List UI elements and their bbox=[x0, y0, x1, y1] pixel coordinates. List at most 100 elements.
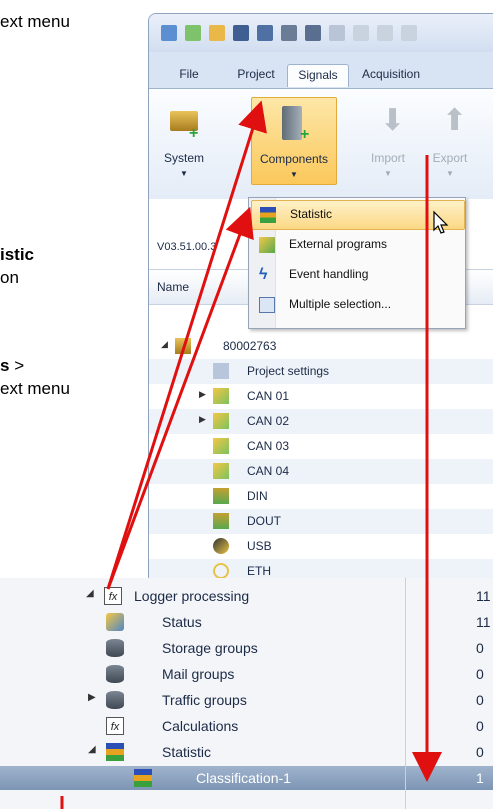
detail-row-label: Traffic groups bbox=[162, 692, 247, 708]
tree-root-label: 80002763 bbox=[223, 339, 277, 353]
back-icon[interactable] bbox=[161, 25, 177, 41]
paste-icon[interactable] bbox=[377, 25, 393, 41]
detail-row-calculations[interactable]: fx Calculations 0 bbox=[0, 714, 493, 738]
print-icon[interactable] bbox=[305, 25, 321, 41]
tree-root-row[interactable]: ◢ 80002763 bbox=[149, 334, 493, 359]
tab-signals[interactable]: Signals bbox=[287, 64, 349, 87]
tree-row[interactable]: USB bbox=[149, 534, 493, 559]
digital-out-icon bbox=[213, 513, 229, 529]
tree-row-label: CAN 04 bbox=[247, 464, 290, 478]
detail-row-value: 0 bbox=[476, 666, 484, 682]
detail-row-label: Logger processing bbox=[134, 588, 250, 604]
detail-row-value: 0 bbox=[476, 718, 484, 734]
tree-row[interactable]: DOUT bbox=[149, 509, 493, 534]
ribbon-tabs: File Project Signals Acquisition bbox=[149, 52, 493, 88]
open-icon[interactable] bbox=[209, 25, 225, 41]
import-button[interactable]: ⬇ Import ▼ bbox=[363, 97, 413, 183]
components-button[interactable]: + Components ▼ bbox=[251, 97, 337, 185]
menu-item-multiple-selection[interactable]: Multiple selection... bbox=[251, 291, 463, 319]
expand-arrow-icon[interactable]: ◢ bbox=[86, 588, 94, 599]
column-header-name: Name bbox=[157, 280, 190, 294]
detail-row-statistic[interactable]: ◢ Statistic 0 bbox=[0, 740, 493, 764]
settings-icon bbox=[213, 363, 229, 379]
export-button[interactable]: ⬆ Export ▼ bbox=[425, 97, 475, 183]
import-label: Import bbox=[370, 151, 405, 165]
tree-row-label: ETH bbox=[247, 564, 271, 578]
tree-row[interactable]: ▶ CAN 02 bbox=[149, 409, 493, 434]
can-icon bbox=[213, 438, 229, 454]
detail-row-value: 0 bbox=[476, 744, 484, 760]
save-all-icon[interactable] bbox=[257, 25, 273, 41]
cut-icon[interactable] bbox=[329, 25, 345, 41]
expand-arrow-icon[interactable]: ◢ bbox=[161, 339, 168, 350]
detail-row-storage-groups[interactable]: Storage groups 0 bbox=[0, 636, 493, 660]
usb-icon bbox=[213, 538, 229, 554]
export-label: Export bbox=[432, 151, 468, 165]
ethernet-icon bbox=[213, 563, 229, 579]
chevron-down-icon: ▼ bbox=[446, 169, 454, 178]
menu-item-event-handling[interactable]: ϟ Event handling bbox=[251, 261, 463, 289]
tree-row[interactable]: DIN bbox=[149, 484, 493, 509]
save-icon[interactable] bbox=[233, 25, 249, 41]
auto-icon[interactable] bbox=[281, 25, 297, 41]
paste-special-icon[interactable] bbox=[401, 25, 417, 41]
statistic-icon bbox=[134, 769, 152, 787]
column-separator bbox=[405, 578, 406, 809]
collapse-arrow-icon[interactable]: ▶ bbox=[199, 389, 206, 400]
tree-row[interactable]: CAN 04 bbox=[149, 459, 493, 484]
tab-acquisition[interactable]: Acquisition bbox=[351, 64, 431, 86]
new-icon[interactable] bbox=[185, 25, 201, 41]
menu-item-label: External programs bbox=[289, 237, 388, 251]
detail-row-label: Statistic bbox=[162, 744, 212, 760]
collapse-arrow-icon[interactable]: ▶ bbox=[88, 692, 96, 703]
system-add-icon: + bbox=[189, 125, 199, 142]
detail-row-logger-processing[interactable]: ◢ fx Logger processing 11 bbox=[0, 584, 493, 608]
tree-row[interactable]: CAN 03 bbox=[149, 434, 493, 459]
database-icon bbox=[106, 691, 124, 709]
menu-item-label: Statistic bbox=[290, 207, 333, 221]
can-icon bbox=[213, 413, 229, 429]
tab-project[interactable]: Project bbox=[227, 64, 285, 86]
expand-arrow-icon[interactable]: ◢ bbox=[88, 744, 96, 755]
function-icon: fx bbox=[106, 717, 124, 735]
menu-item-label: Multiple selection... bbox=[289, 297, 392, 311]
ribbon: + System ▼ + Components ▼ ⬇ Import ▼ ⬆ E… bbox=[149, 88, 493, 200]
can-icon bbox=[213, 388, 229, 404]
quick-access-toolbar bbox=[149, 14, 493, 52]
function-icon: fx bbox=[104, 587, 122, 605]
multiple-selection-icon bbox=[259, 297, 275, 313]
database-icon bbox=[106, 665, 124, 683]
menu-item-label: Event handling bbox=[289, 267, 369, 281]
tree-row[interactable]: ▶ CAN 01 bbox=[149, 384, 493, 409]
tab-file[interactable]: File bbox=[169, 64, 209, 86]
detail-row-mail-groups[interactable]: Mail groups 0 bbox=[0, 662, 493, 686]
system-button[interactable]: + System ▼ bbox=[157, 97, 211, 183]
detail-row-status[interactable]: Status 11 bbox=[0, 610, 493, 634]
detail-row-value: 0 bbox=[476, 640, 484, 656]
copy-icon[interactable] bbox=[353, 25, 369, 41]
digital-in-icon bbox=[213, 488, 229, 504]
chevron-down-icon: ▼ bbox=[180, 169, 188, 178]
status-icon bbox=[106, 613, 124, 631]
detail-tree-panel: ◢ fx Logger processing 11 Status 11 Stor… bbox=[0, 578, 493, 809]
version-label: V03.51.00.3 bbox=[157, 241, 217, 253]
detail-row-value: 0 bbox=[476, 692, 484, 708]
detail-row-value: 11 bbox=[476, 614, 491, 630]
logger-icon bbox=[175, 338, 191, 354]
tree-row-label: CAN 01 bbox=[247, 389, 290, 403]
detail-row-traffic-groups[interactable]: ▶ Traffic groups 0 bbox=[0, 688, 493, 712]
external-programs-icon bbox=[259, 237, 275, 253]
chevron-down-icon: ▼ bbox=[384, 169, 392, 178]
collapse-arrow-icon[interactable]: ▶ bbox=[199, 414, 206, 425]
detail-row-value: 11 bbox=[476, 588, 491, 604]
detail-row-label: Status bbox=[162, 614, 202, 630]
tree-row-label: DIN bbox=[247, 489, 268, 503]
detail-row-label: Mail groups bbox=[162, 666, 235, 682]
tree-row-label: CAN 02 bbox=[247, 414, 290, 428]
components-add-icon: + bbox=[300, 126, 310, 143]
export-arrow-icon: ⬆ bbox=[442, 104, 468, 137]
detail-row-classification[interactable]: Classification-1 1 bbox=[0, 766, 493, 790]
tree-row[interactable]: Project settings bbox=[149, 359, 493, 384]
tree-row-label: CAN 03 bbox=[247, 439, 290, 453]
doc-text-line-3: on bbox=[0, 268, 19, 287]
